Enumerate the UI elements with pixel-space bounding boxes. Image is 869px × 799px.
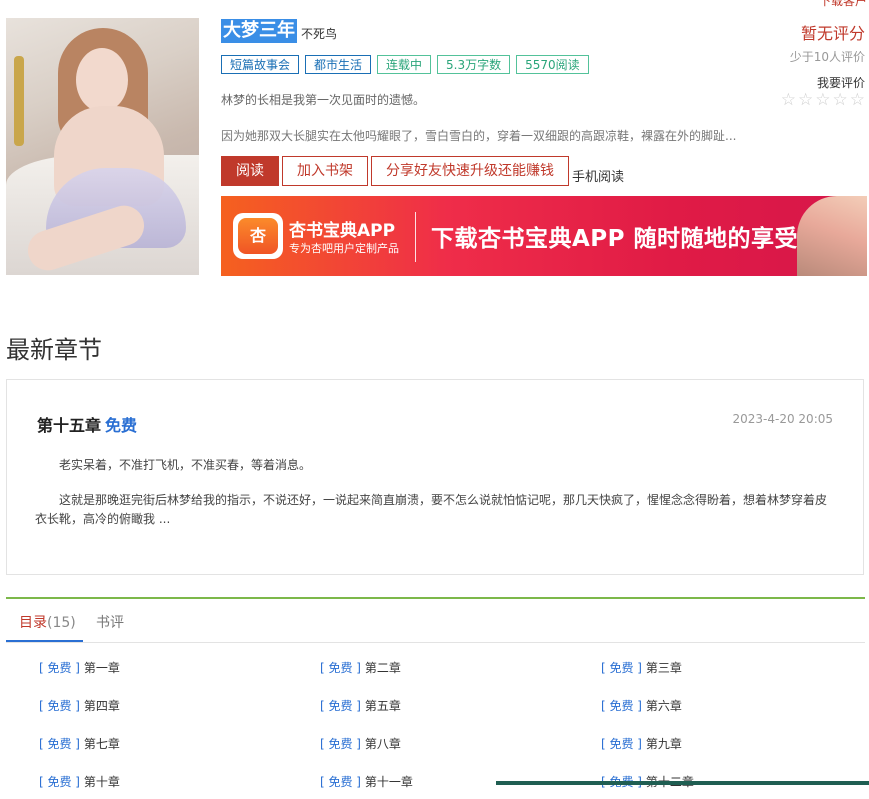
free-label: [ 免费 ] [39,775,80,789]
list-item[interactable]: [ 免费 ] 第十一章 [320,773,413,790]
app-logo-glyph: 杏 [238,218,278,254]
latest-chapter-time: 2023-4-20 20:05 [732,412,834,426]
latest-chapter-title[interactable]: 第十五章 免费 [37,412,137,436]
author-link[interactable]: 不死鸟 [301,25,337,43]
tag-list: 短篇故事会 都市生活 连载中 5.3万字数 5570阅读 [221,55,589,74]
toc-panel: 目录(15) 书评 [ 免费 ] 第一章 [ 免费 ] 第二章 [ 免费 ] 第… [6,597,865,799]
list-item[interactable]: [ 免费 ] 第九章 [601,735,682,752]
rating-stars[interactable]: ☆ ☆ ☆ ☆ ☆ [781,92,865,109]
tag-status: 连载中 [377,55,432,74]
free-label: [ 免费 ] [320,699,361,713]
read-button[interactable]: 阅读 [221,156,279,186]
rate-link[interactable]: 我要评价 [817,74,865,91]
app-name: 杏书宝典APP [289,221,396,241]
tab-active-indicator [6,640,83,642]
list-item[interactable]: [ 免费 ] 第一章 [39,659,120,676]
book-cover[interactable] [6,18,199,275]
intro-line-2: 因为她那双大长腿实在太他吗耀眼了，雪白雪白的，穿着一双细跟的高跟凉鞋，裸露在外的… [221,129,737,143]
tag-category[interactable]: 短篇故事会 [221,55,300,74]
chapter-link[interactable]: 第十一章 [365,775,413,789]
star-icon[interactable]: ☆ [850,92,865,109]
chapter-link[interactable]: 第五章 [365,699,401,713]
free-label: [ 免费 ] [320,775,361,789]
star-icon[interactable]: ☆ [798,92,813,109]
tab-bar: 目录(15) 书评 [6,599,865,643]
tab-reviews[interactable]: 书评 [96,612,124,632]
chapter-link[interactable]: 第四章 [84,699,120,713]
free-label: [ 免费 ] [39,661,80,675]
chapter-link[interactable]: 第一章 [84,661,120,675]
free-label: [ 免费 ] [601,661,642,675]
chapter-link[interactable]: 第三章 [646,661,682,675]
bottom-bar-edge [496,781,869,785]
chapter-link[interactable]: 第十章 [84,775,120,789]
free-label: [ 免费 ] [601,737,642,751]
latest-chapter-card: 第十五章 免费 2023-4-20 20:05 老实呆着，不准打飞机，不准买春，等… [6,379,864,575]
app-logo-icon: 杏 [233,213,283,259]
star-icon[interactable]: ☆ [815,92,830,109]
list-item[interactable]: [ 免费 ] 第八章 [320,735,401,752]
mobile-read-link[interactable]: 手机阅读 [572,170,624,186]
banner-slogan: 下载杏书宝典APP 随时随地的享受 [431,226,799,252]
app-banner[interactable]: 杏 杏书宝典APP 专为杏吧用户定制产品 下载杏书宝典APP 随时随地的享受 [221,196,867,276]
list-item[interactable]: [ 免费 ] 第三章 [601,659,682,676]
star-icon[interactable]: ☆ [781,92,796,109]
score-label: 暂无评分 [800,24,865,43]
free-label: [ 免费 ] [320,737,361,751]
tab-toc-label: 目录 [19,615,47,631]
list-item[interactable]: [ 免费 ] 第四章 [39,697,120,714]
share-button[interactable]: 分享好友快速升级还能赚钱 [371,156,569,186]
book-title: 大梦三年 [221,19,297,43]
action-bar: 阅读 加入书架 分享好友快速升级还能赚钱 手机阅读 [221,156,624,186]
free-label: [ 免费 ] [601,699,642,713]
chapter-link[interactable]: 第七章 [84,737,120,751]
latest-section-title: 最新章节 [6,336,102,364]
star-icon[interactable]: ☆ [833,92,848,109]
list-item[interactable]: [ 免费 ] 第七章 [39,735,120,752]
list-item[interactable]: [ 免费 ] 第五章 [320,697,401,714]
download-client-link[interactable]: 下载客户 [819,0,867,9]
intro-line-1: 林梦的长相是我第一次见面时的遗憾。 [221,93,426,107]
list-item[interactable]: [ 免费 ] 第二章 [320,659,401,676]
chapter-link[interactable]: 第八章 [365,737,401,751]
tag-read-count: 5570阅读 [516,55,589,74]
list-item[interactable]: [ 免费 ] 第十章 [39,773,120,790]
list-item[interactable]: [ 免费 ] 第六章 [601,697,682,714]
latest-chapter-para-2: 这就是那晚逛完街后林梦给我的指示，不说还好，一说起来简直崩溃，要不怎么说就怕惦记… [35,493,828,526]
chapter-link[interactable]: 第九章 [646,737,682,751]
banner-photo [797,196,867,276]
tab-toc[interactable]: 目录(15) [19,612,76,632]
chapter-link[interactable]: 第六章 [646,699,682,713]
tab-toc-count: (15) [47,615,76,631]
latest-chapter-name[interactable]: 第十五章 [37,416,101,435]
add-shelf-button[interactable]: 加入书架 [282,156,368,186]
banner-divider [415,212,416,262]
tag-genre[interactable]: 都市生活 [305,55,372,74]
raters-count: 少于10人评价 [789,50,865,64]
latest-chapter-free: 免费 [105,416,138,435]
free-label: [ 免费 ] [320,661,361,675]
cover-face [76,48,128,112]
cover-faucet [14,56,24,146]
free-label: [ 免费 ] [39,737,80,751]
chapter-link[interactable]: 第二章 [365,661,401,675]
app-subtitle: 专为杏吧用户定制产品 [289,242,399,255]
free-label: [ 免费 ] [39,699,80,713]
latest-chapter-para-1: 老实呆着，不准打飞机，不准买春，等着消息。 [59,458,312,472]
title-row: 大梦三年 不死鸟 [221,19,337,43]
tag-word-count: 5.3万字数 [437,55,511,74]
